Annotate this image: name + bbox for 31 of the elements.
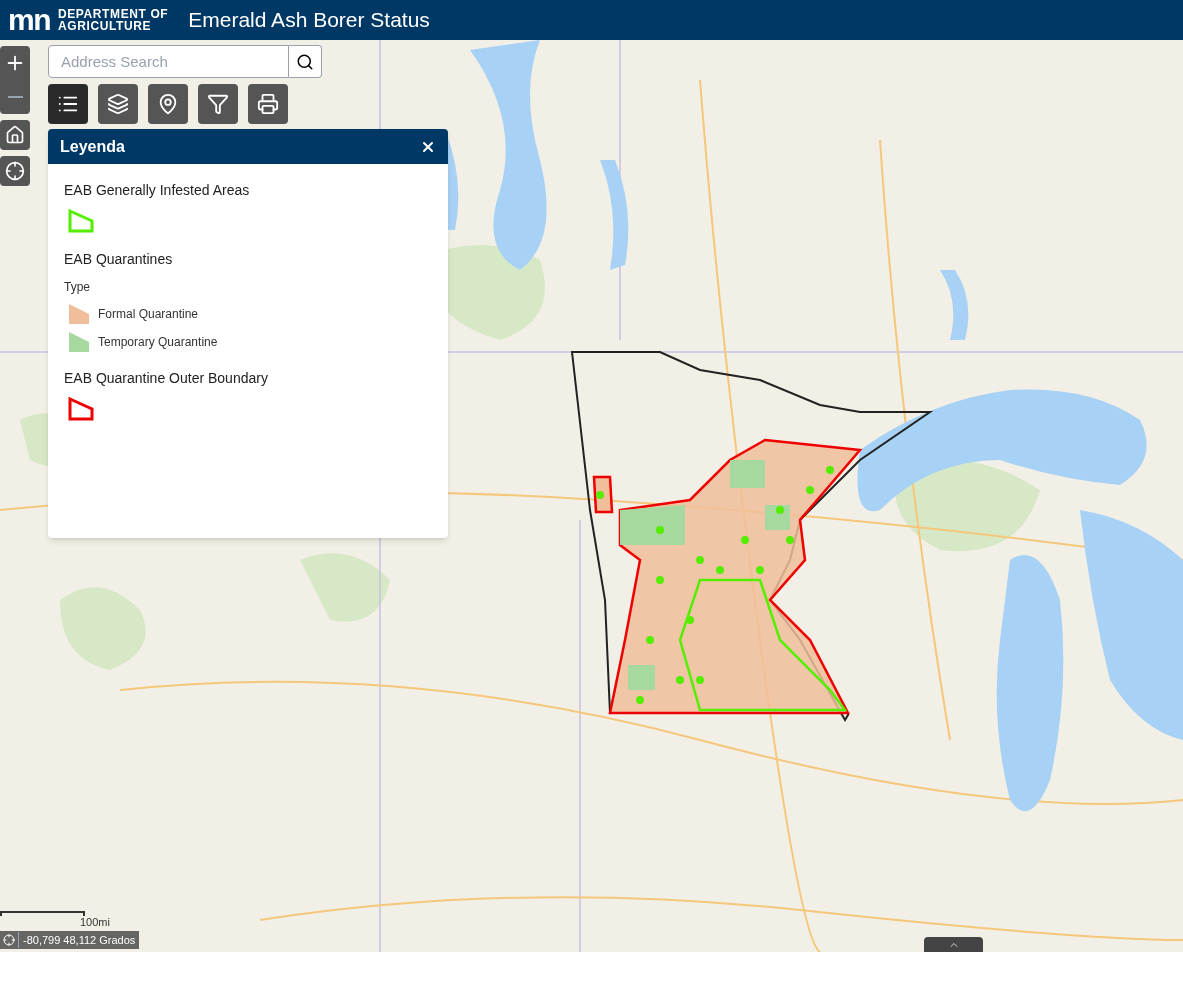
locate-me-button[interactable]: [0, 156, 30, 186]
scale-label: 100mi: [80, 914, 110, 930]
search-button[interactable]: [289, 45, 322, 78]
legend-layer-title: EAB Generally Infested Areas: [64, 181, 251, 200]
home-button[interactable]: [0, 120, 30, 150]
minus-icon: [7, 96, 23, 98]
legend-subtitle: Type: [64, 279, 91, 296]
legend-layer-title: EAB Quarantine Outer Boundary: [64, 369, 269, 388]
crosshair-icon: [3, 934, 15, 946]
legend-label: Formal Quarantine: [98, 306, 199, 323]
logo-text: AGRICULTURE: [58, 20, 153, 32]
map-pin-icon: [157, 93, 179, 115]
filter-button[interactable]: [198, 84, 238, 124]
legend-label: Temporary Quarantine: [98, 334, 218, 351]
logo-text: DEPARTMENT OF: [58, 8, 169, 20]
logo-mark: mn: [8, 5, 50, 35]
layers-icon: [107, 93, 129, 115]
home-icon: [5, 125, 25, 145]
search-field[interactable]: Address Search: [48, 45, 289, 78]
legend-button[interactable]: [48, 84, 88, 124]
search-icon: [296, 52, 314, 71]
locate-button[interactable]: [148, 84, 188, 124]
app-title: Emerald Ash Borer Status: [188, 7, 430, 34]
crosshair-icon: [5, 161, 25, 181]
printer-icon: [257, 93, 279, 115]
layers-button[interactable]: [98, 84, 138, 124]
print-button[interactable]: [248, 84, 288, 124]
legend-layer-title: EAB Quarantines: [64, 250, 174, 269]
filter-icon: [207, 93, 229, 115]
coordinates-text: -80,799 48,112 Grados: [18, 931, 140, 949]
panel-title: Leyenda: [60, 136, 125, 157]
